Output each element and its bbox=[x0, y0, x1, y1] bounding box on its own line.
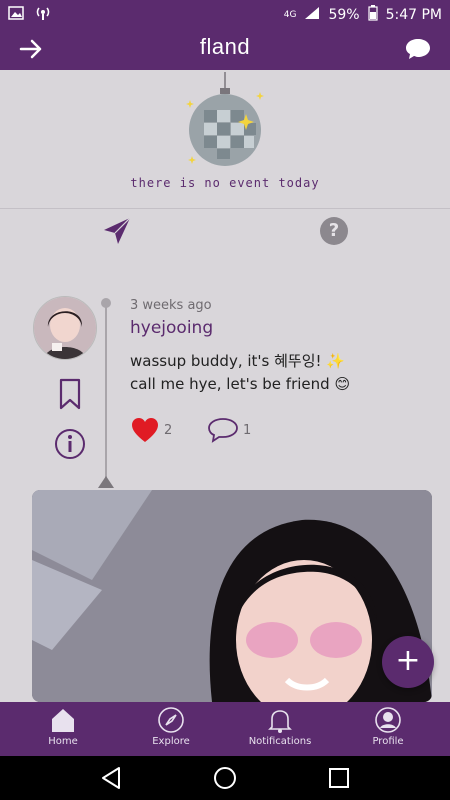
help-button[interactable]: ? bbox=[320, 217, 348, 245]
battery-percent: 59% bbox=[328, 7, 360, 23]
battery-icon bbox=[367, 5, 378, 25]
nav-home[interactable]: Home bbox=[18, 706, 108, 747]
post-image[interactable] bbox=[32, 490, 432, 702]
info-icon[interactable] bbox=[54, 428, 86, 460]
nav-label: Home bbox=[48, 736, 78, 747]
timeline-dot bbox=[101, 298, 111, 308]
heart-icon bbox=[132, 418, 158, 442]
timeline-pointer bbox=[98, 476, 114, 488]
post-body-line: call me hye, let's be friend 😊 bbox=[130, 375, 351, 393]
post-body-line: wassup buddy, it's 혜뚜잉! ✨ bbox=[130, 352, 345, 370]
nav-label: Notifications bbox=[248, 736, 312, 747]
system-nav-bar bbox=[0, 756, 450, 800]
bookmark-icon[interactable] bbox=[58, 378, 82, 410]
home-circle-icon[interactable] bbox=[213, 766, 237, 790]
nav-explore[interactable]: Explore bbox=[126, 706, 216, 747]
user-icon bbox=[375, 707, 401, 733]
post-card: 3 weeks ago hyejooing wassup buddy, it's… bbox=[0, 290, 450, 702]
nav-notifications[interactable]: Notifications bbox=[235, 706, 325, 747]
event-banner: there is no event today bbox=[0, 70, 450, 209]
bell-icon bbox=[268, 710, 292, 733]
gallery-icon bbox=[8, 6, 24, 24]
chat-bubble-icon[interactable] bbox=[404, 36, 432, 62]
disco-ball-icon bbox=[180, 72, 270, 172]
add-post-button[interactable]: + bbox=[382, 636, 434, 688]
home-icon bbox=[52, 709, 74, 732]
like-button[interactable]: 2 bbox=[130, 416, 172, 444]
paper-plane-icon[interactable] bbox=[102, 216, 132, 246]
recents-square-icon[interactable] bbox=[327, 766, 351, 790]
status-bar: 4G 59% 5:47 PM bbox=[0, 0, 450, 28]
comment-icon bbox=[208, 418, 238, 443]
comment-button[interactable]: 1 bbox=[207, 416, 251, 444]
nav-label: Explore bbox=[152, 736, 190, 747]
signal-icon bbox=[304, 6, 320, 24]
post-body: wassup buddy, it's 혜뚜잉! ✨ call me hye, l… bbox=[130, 350, 350, 396]
bottom-nav: Home Explore Notifications Profile bbox=[0, 702, 450, 756]
timeline-line bbox=[105, 300, 107, 480]
no-event-message: there is no event today bbox=[130, 176, 320, 190]
back-triangle-icon[interactable] bbox=[99, 766, 123, 790]
nav-profile[interactable]: Profile bbox=[343, 706, 433, 747]
compass-icon bbox=[158, 707, 184, 733]
network-label: 4G bbox=[283, 10, 297, 20]
hotspot-icon bbox=[34, 5, 52, 25]
app-bar: fland bbox=[0, 28, 450, 70]
post-time: 3 weeks ago bbox=[130, 298, 212, 313]
action-row: ? bbox=[0, 208, 450, 254]
clock: 5:47 PM bbox=[385, 7, 442, 23]
like-count: 2 bbox=[164, 422, 173, 438]
avatar[interactable] bbox=[33, 296, 97, 360]
post-username[interactable]: hyejooing bbox=[130, 318, 213, 338]
app-title: fland bbox=[199, 34, 251, 59]
comment-count: 1 bbox=[243, 422, 252, 438]
nav-label: Profile bbox=[372, 736, 404, 747]
